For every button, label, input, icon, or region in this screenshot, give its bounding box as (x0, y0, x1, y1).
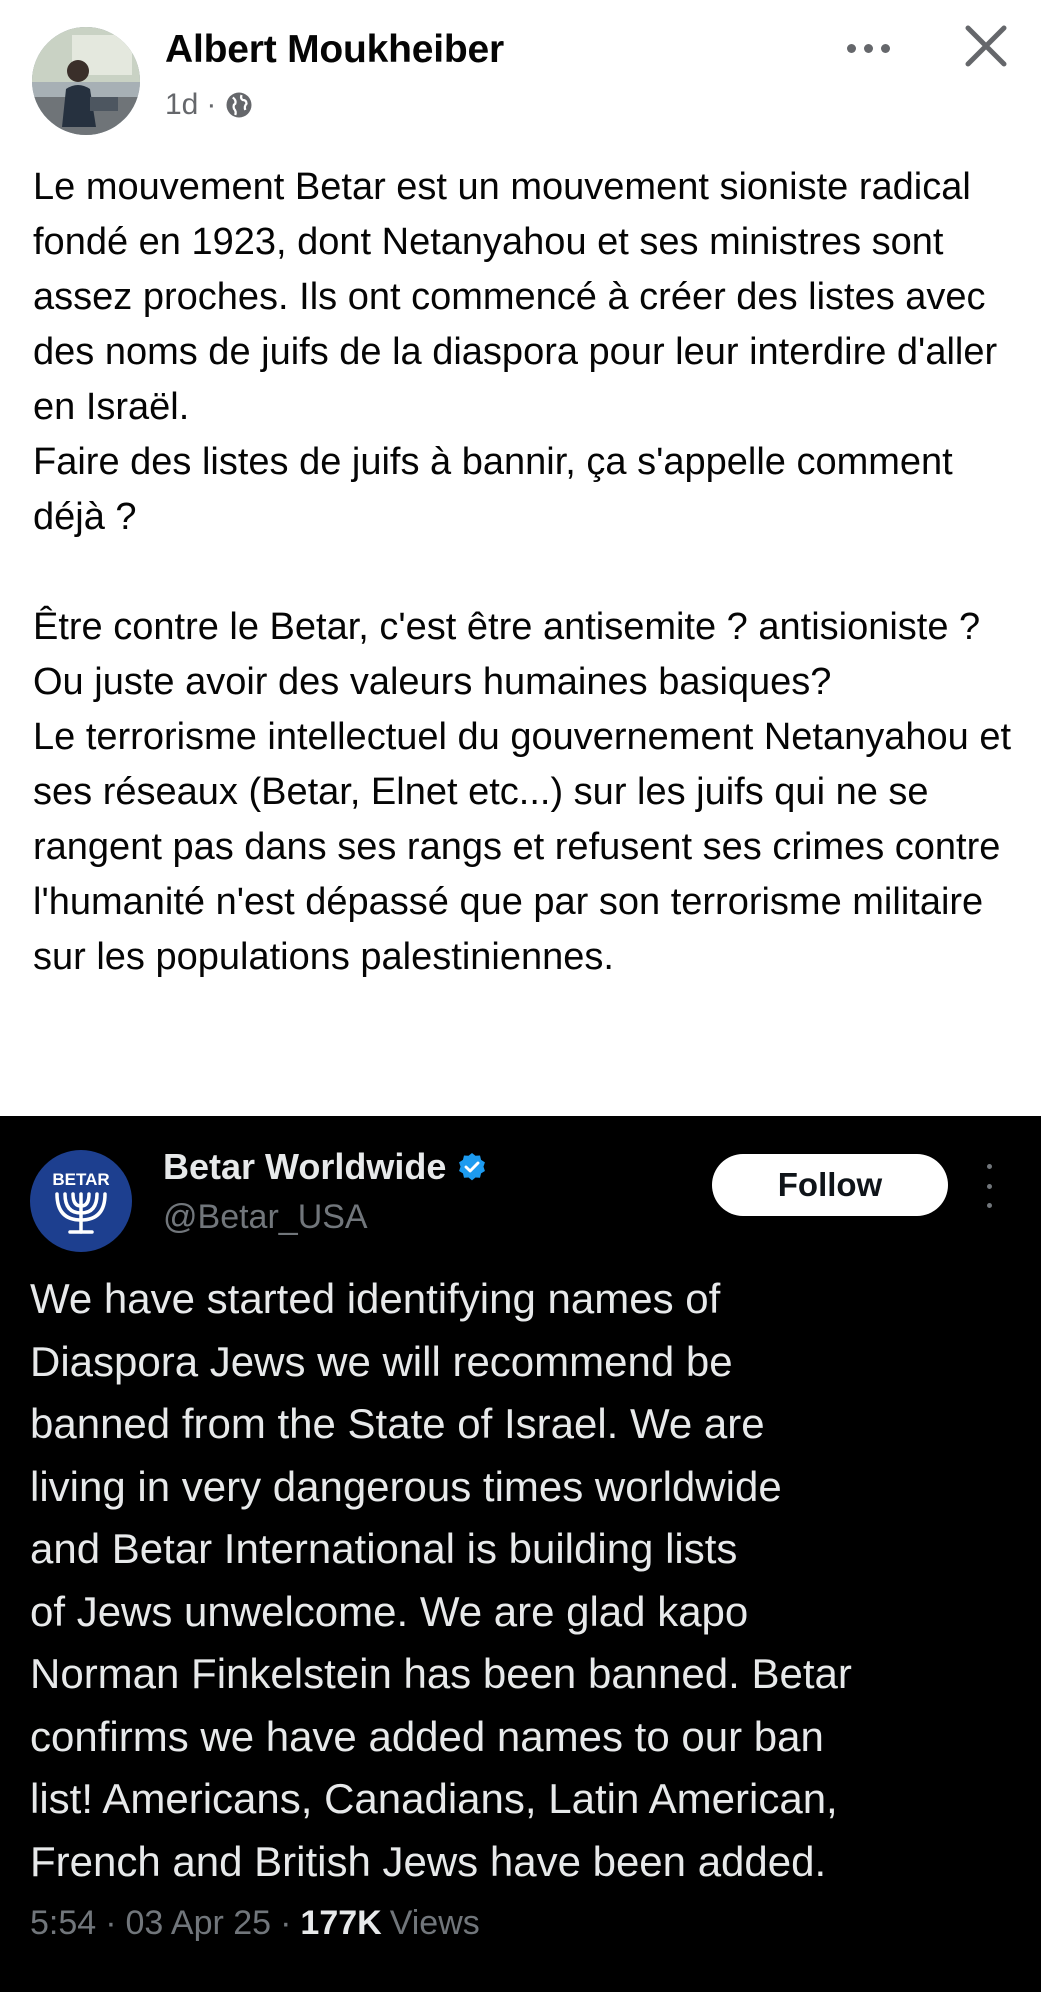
more-vertical-dot-icon (986, 1183, 992, 1189)
more-options-button[interactable] (838, 28, 898, 68)
tweet-author-avatar: BETAR (30, 1150, 132, 1252)
post-header: Albert Moukheiber 1d · (0, 0, 1041, 140)
globe-icon (226, 92, 252, 118)
embedded-tweet-screenshot[interactable]: BETAR Betar Worldwide @Betar_USA Follow (0, 1116, 1041, 1992)
follow-button[interactable]: Follow (712, 1154, 948, 1216)
verified-badge-icon (459, 1153, 486, 1181)
more-dots-icon (863, 43, 873, 53)
tweet-author-name[interactable]: Betar Worldwide (163, 1146, 446, 1188)
more-vertical-dot-icon (986, 1164, 992, 1169)
meta-separator: · (206, 88, 217, 121)
tweet-text: We have started identifying names of Dia… (30, 1275, 852, 1885)
post-time[interactable]: 1d (165, 88, 198, 122)
more-dots-icon (880, 43, 890, 53)
tweet-date[interactable]: 03 Apr 25 (126, 1904, 272, 1943)
more-vertical-dot-icon (986, 1203, 992, 1208)
tweet-views-count: 177K (300, 1904, 382, 1942)
tweet-author-handle[interactable]: @Betar_USA (163, 1198, 368, 1237)
post-meta: 1d · (165, 88, 254, 122)
facebook-post: Albert Moukheiber 1d · Le mouvement Beta… (0, 0, 1041, 1992)
post-body: Le mouvement Betar est un mouvement sion… (33, 160, 1023, 985)
author-name[interactable]: Albert Moukheiber (165, 28, 504, 72)
tweet-time[interactable]: 5:54 (30, 1904, 96, 1943)
footer-separator: · (280, 1904, 292, 1942)
footer-separator: · (105, 1904, 117, 1942)
more-dots-icon (846, 43, 856, 53)
tweet-more-options-button[interactable] (982, 1164, 996, 1208)
tweet-name-row: Betar Worldwide (163, 1146, 488, 1188)
tweet-views-label: Views (389, 1904, 480, 1942)
avatar-photo (32, 27, 140, 135)
post-paragraph: Le mouvement Betar est un mouvement sion… (33, 166, 998, 538)
post-paragraph: Être contre le Betar, c'est être antisem… (33, 606, 1012, 978)
author-avatar[interactable] (32, 27, 140, 135)
close-icon[interactable] (960, 20, 1012, 72)
menorah-icon (55, 1192, 107, 1234)
tweet-footer: 5:54 · 03 Apr 25 · 177K Views (30, 1904, 480, 1943)
